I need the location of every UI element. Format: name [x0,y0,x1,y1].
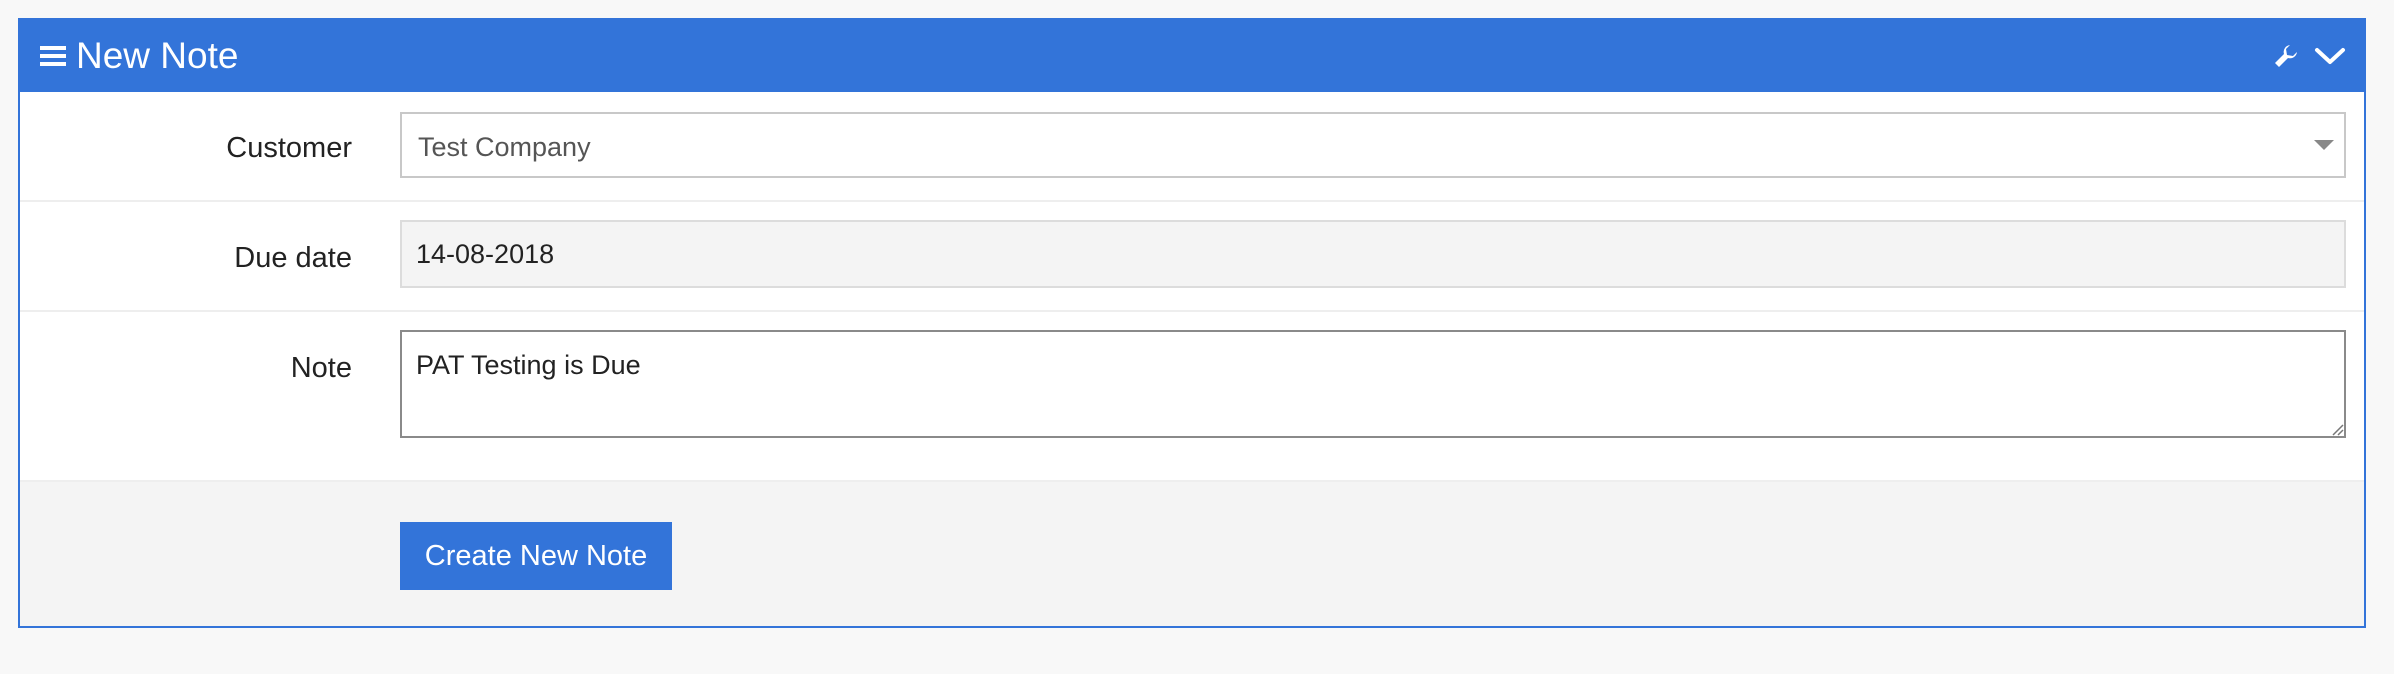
customer-select-value: Test Company [418,132,591,162]
wrench-icon[interactable] [2272,42,2300,70]
panel-header: New Note [20,20,2364,92]
panel-footer: Create New Note [20,482,2364,626]
due-date-input[interactable] [400,220,2346,288]
menu-icon[interactable] [40,45,66,67]
note-row: Note PAT Testing is Due [20,312,2364,482]
panel-header-left: New Note [40,20,238,92]
customer-label: Customer [226,132,352,164]
note-textarea[interactable]: PAT Testing is Due [400,330,2346,438]
customer-row: Customer Test Company [20,92,2364,202]
resize-grip-icon[interactable] [2332,424,2344,436]
panel-title: New Note [76,35,239,76]
new-note-panel: New Note Customer Test Company Due date … [18,18,2366,628]
due-date-row: Due date [20,202,2364,312]
chevron-down-icon[interactable] [2314,45,2346,67]
create-note-button[interactable]: Create New Note [400,522,672,590]
customer-select[interactable]: Test Company [400,112,2346,178]
panel-header-actions [2272,20,2346,92]
due-date-label: Due date [234,242,352,274]
note-label: Note [290,352,352,384]
caret-down-icon [2314,140,2334,150]
